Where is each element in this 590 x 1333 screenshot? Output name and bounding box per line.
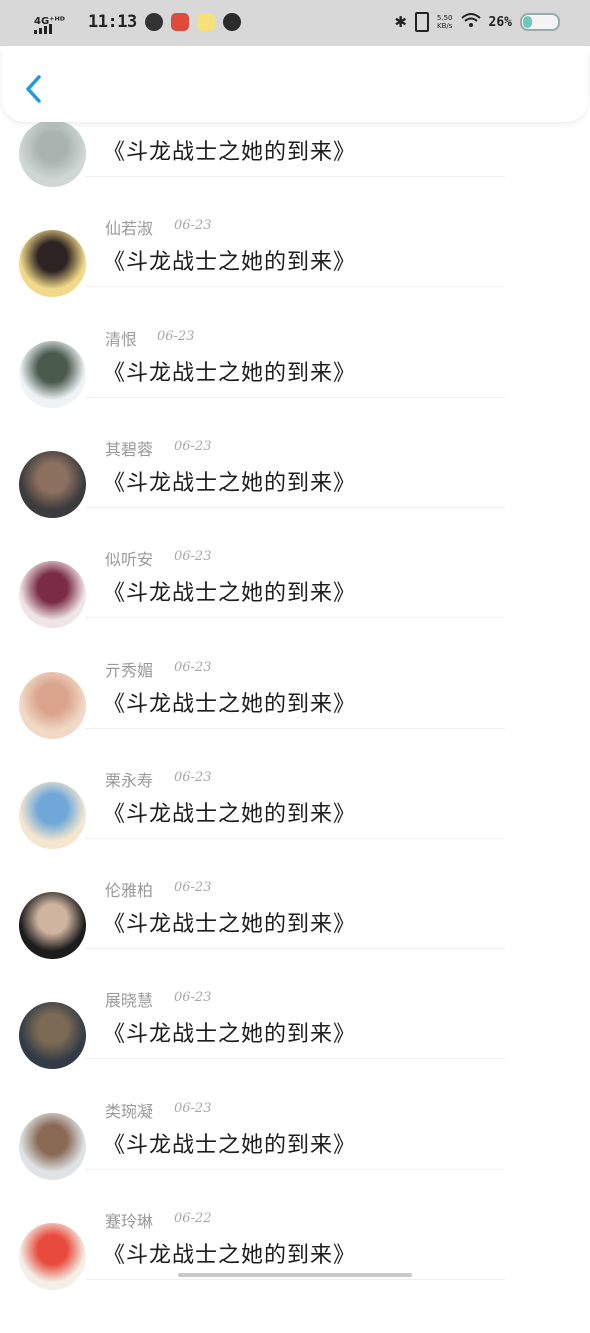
list-item[interactable]: 类琬凝 06-23 《斗龙战士之她的到来》 [0,1101,590,1223]
author-name: 展晓慧 [105,991,154,1010]
avatar[interactable] [19,672,86,739]
row-divider [85,507,505,508]
row-divider [85,1169,505,1170]
message-title: 《斗龙战士之她的到来》 [103,581,357,606]
home-indicator[interactable] [178,1273,412,1277]
clock: 11:13 [88,12,137,32]
back-button[interactable] [22,74,46,104]
avatar[interactable] [19,341,86,408]
author-name: 栗永寿 [105,771,154,790]
list-item[interactable]: 清恨 06-23 《斗龙战士之她的到来》 [0,329,590,451]
list-item[interactable]: 亓秀媚 06-23 《斗龙战士之她的到来》 [0,660,590,782]
author-name: 伦雅柏 [105,881,154,900]
list-item[interactable]: 似听安 06-23 《斗龙战士之她的到来》 [0,549,590,671]
post-date: 06-23 [174,770,212,785]
author-name: 类琬凝 [105,1102,154,1121]
author-name: 蹇玲琳 [105,1212,154,1231]
list-item[interactable]: 展晓慧 06-23 《斗龙战士之她的到来》 [0,990,590,1112]
app-notification-icon [170,13,189,31]
author-name: 仙若淑 [105,219,154,238]
avatar[interactable] [19,451,86,518]
row-divider [85,397,505,398]
vibrate-icon [414,12,429,32]
author-name: 似听安 [105,550,154,569]
row-divider [85,617,505,618]
avatar[interactable] [19,1113,86,1180]
battery-icon [520,13,560,31]
row-divider [85,838,505,839]
post-date: 06-23 [157,329,195,344]
status-left: 4G⁺ᴴᴰ 11:13 [34,10,241,34]
avatar[interactable] [19,120,86,187]
wechat-icon [144,13,163,31]
message-title: 《斗龙战士之她的到来》 [103,692,357,717]
author-name: 其碧蓉 [105,440,154,459]
post-date: 06-23 [174,880,212,895]
list-item[interactable]: 《斗龙战士之她的到来》 [0,120,590,230]
network-speed: 5.50 KB/s [437,14,453,30]
app-notification-icon-2 [196,13,215,31]
list-item[interactable]: 栗永寿 06-23 《斗龙战士之她的到来》 [0,770,590,892]
avatar[interactable] [19,1002,86,1069]
row-divider [85,728,505,729]
avatar[interactable] [19,892,86,959]
avatar[interactable] [19,782,86,849]
post-date: 06-23 [174,218,212,233]
message-title: 《斗龙战士之她的到来》 [103,471,357,496]
message-title: 《斗龙战士之她的到来》 [103,1133,357,1158]
message-title: 《斗龙战士之她的到来》 [103,1022,357,1047]
list-item[interactable]: 仙若淑 06-23 《斗龙战士之她的到来》 [0,218,590,340]
message-title: 《斗龙战士之她的到来》 [103,361,357,386]
row-divider [85,1058,505,1059]
post-date: 06-23 [174,439,212,454]
q-app-icon [222,13,241,31]
message-title: 《斗龙战士之她的到来》 [103,140,357,165]
post-date: 06-22 [174,1211,212,1226]
list-item[interactable]: 伦雅柏 06-23 《斗龙战士之她的到来》 [0,880,590,1002]
list-item[interactable]: 其碧蓉 06-23 《斗龙战士之她的到来》 [0,439,590,561]
speed-value: 5.50 [436,14,453,22]
speed-unit: KB/s [437,22,453,30]
post-date: 06-23 [174,549,212,564]
row-divider [85,948,505,949]
bluetooth-icon: ✱ [394,13,407,31]
chevron-left-icon [26,75,41,103]
wifi-icon [460,12,481,32]
avatar[interactable] [19,561,86,628]
message-title: 《斗龙战士之她的到来》 [103,250,357,275]
row-divider [85,176,505,177]
status-bar: 4G⁺ᴴᴰ 11:13 ✱ 5.50 KB/s 26% [0,0,590,46]
author-name: 清恨 [105,330,138,349]
post-date: 06-23 [174,1101,212,1116]
author-name: 亓秀媚 [105,661,154,680]
avatar[interactable] [19,230,86,297]
message-title: 《斗龙战士之她的到来》 [103,912,357,937]
message-title: 《斗龙战士之她的到来》 [103,1243,357,1268]
post-date: 06-23 [174,660,212,675]
signal-icon [34,24,52,34]
battery-level [523,16,533,28]
status-right: ✱ 5.50 KB/s 26% [394,10,560,34]
post-date: 06-23 [174,990,212,1005]
message-title: 《斗龙战士之她的到来》 [103,802,357,827]
row-divider [85,286,505,287]
list-item[interactable]: 蹇玲琳 06-22 《斗龙战士之她的到来》 [0,1211,590,1333]
app-header [2,48,588,122]
battery-percent: 26% [488,14,512,30]
